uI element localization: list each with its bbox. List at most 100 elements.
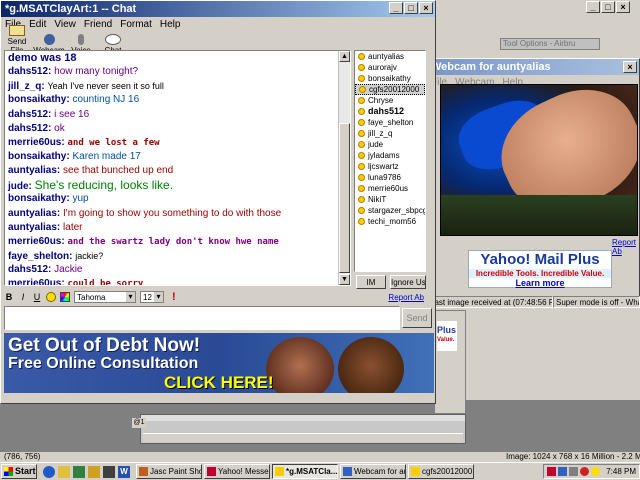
- last-image-status: Last image received at (07:48:56 PM): [427, 296, 553, 308]
- tray-messenger-icon[interactable]: [547, 467, 557, 476]
- color-icon[interactable]: [60, 292, 70, 302]
- scroll-up-icon[interactable]: ▲: [339, 51, 350, 62]
- ad-headline: Get Out of Debt Now!: [8, 335, 201, 356]
- user-list-item[interactable]: merrie60us: [355, 183, 425, 194]
- user-face-icon: [358, 207, 365, 214]
- user-name: faye_shelton: [368, 118, 414, 127]
- word-icon[interactable]: W: [118, 465, 130, 478]
- user-list-item[interactable]: aurorajv: [355, 62, 425, 73]
- paint-minimize-button[interactable]: _: [586, 1, 600, 13]
- user-name: jude: [368, 140, 384, 149]
- report-abuse-link[interactable]: Report Ab: [388, 293, 424, 302]
- im-button[interactable]: IM: [356, 275, 386, 289]
- ad-click-here[interactable]: CLICK HERE!: [164, 373, 274, 393]
- user-face-icon: [358, 141, 365, 148]
- message-text: could be sorry: [67, 279, 144, 286]
- send-button[interactable]: Send: [402, 308, 432, 328]
- super-mode-status: Super mode is off - What's t: [553, 296, 640, 308]
- outlook-icon[interactable]: [58, 465, 70, 478]
- user-list-item[interactable]: jude: [355, 139, 425, 150]
- yahoo-mail-ad[interactable]: Yahoo! Mail Plus Incredible Tools. Incre…: [468, 250, 612, 288]
- taskbar-item[interactable]: Webcam for au...: [340, 464, 406, 479]
- ignore-user-button[interactable]: Ignore Us: [390, 275, 426, 289]
- scroll-down-icon[interactable]: ▼: [339, 274, 350, 285]
- folder-icon[interactable]: [88, 465, 100, 478]
- message-text: and the swartz lady don't know hwe name: [67, 236, 279, 247]
- ie-icon[interactable]: [43, 465, 55, 478]
- user-face-icon: [358, 119, 365, 126]
- webcam-close-button[interactable]: ×: [623, 61, 637, 73]
- user-face-icon: [358, 108, 365, 115]
- user-list-item[interactable]: NikiT: [355, 194, 425, 205]
- bold-button[interactable]: B: [4, 292, 14, 302]
- menu-help[interactable]: Help: [160, 17, 181, 33]
- chat-maximize-button[interactable]: □: [404, 2, 418, 14]
- debt-ad-banner[interactable]: Get Out of Debt Now! Free Online Consult…: [4, 333, 434, 393]
- user-list-item[interactable]: jyladams: [355, 150, 425, 161]
- taskbar: Start W Jasc Paint Sho... Yahoo! Messen..…: [0, 462, 640, 480]
- taskbar-item[interactable]: Jasc Paint Sho...: [136, 464, 202, 479]
- user-list-item[interactable]: dahs512: [355, 106, 425, 117]
- chat-close-button[interactable]: ×: [419, 2, 433, 14]
- paint-statusbar: (786, 756) Image: 1024 x 768 x 16 Millio…: [0, 452, 640, 462]
- size-select[interactable]: 12: [140, 291, 164, 303]
- user-list-item[interactable]: jill_z_q: [355, 128, 425, 139]
- chat-message: auntyalias: see that bunched up end: [5, 164, 350, 178]
- clock: 7:48 PM: [606, 467, 636, 476]
- user-list-item[interactable]: Chryse: [355, 95, 425, 106]
- message-text: Jackie: [54, 264, 83, 276]
- tray-network-icon[interactable]: [558, 467, 568, 476]
- taskbar-item[interactable]: Yahoo! Messen...: [204, 464, 270, 479]
- menu-friend[interactable]: Friend: [84, 17, 112, 33]
- message-text: Karen made 17: [72, 150, 141, 162]
- messages-scrollbar[interactable]: ▼ ▲: [338, 51, 350, 285]
- message-text: She's reducing, looks like.: [34, 178, 174, 193]
- chat-message: faye_shelton: jackie?: [5, 249, 350, 263]
- user-face-icon: [358, 185, 365, 192]
- ymail-learn-more-link[interactable]: Learn more: [469, 278, 611, 289]
- paint-close-button[interactable]: ×: [616, 1, 630, 13]
- message-input[interactable]: [4, 306, 400, 330]
- user-name: jyladams: [368, 151, 400, 160]
- paint-maximize-button[interactable]: □: [601, 1, 615, 13]
- doc-tab[interactable]: @1: [132, 418, 146, 428]
- chat-minimize-button[interactable]: _: [389, 2, 403, 14]
- italic-button[interactable]: I: [18, 292, 28, 302]
- user-face-icon: [358, 152, 365, 159]
- taskbar-item[interactable]: cgfs20012000:...: [408, 464, 474, 479]
- user-list-item[interactable]: cgfs20012000: [355, 84, 425, 95]
- user-list-item[interactable]: faye_shelton: [355, 117, 425, 128]
- ad-photo-woman: [266, 337, 334, 393]
- user-list-item[interactable]: stargazer_sbpcg: [355, 205, 425, 216]
- taskbar-item[interactable]: *g.MSATCla...: [272, 464, 338, 479]
- user-list-item[interactable]: auntyalias: [355, 51, 425, 62]
- desktop-icon[interactable]: [73, 465, 85, 478]
- user-list-item[interactable]: ljcswartz: [355, 161, 425, 172]
- underline-button[interactable]: U: [32, 292, 42, 302]
- chat-icon: [105, 34, 121, 45]
- user-list-item[interactable]: techi_mom56: [355, 216, 425, 227]
- webcam-report-link[interactable]: Report Ab: [612, 238, 640, 256]
- smiley-icon[interactable]: [46, 292, 56, 302]
- tray-volume-icon[interactable]: [569, 467, 579, 476]
- format-toolbar: B I U Tahoma 12 ! Report Ab: [4, 290, 424, 304]
- message-username: bonsaikathy:: [8, 150, 70, 162]
- user-list-item[interactable]: luna9786: [355, 172, 425, 183]
- menu-format[interactable]: Format: [120, 17, 152, 33]
- tray-antivirus-icon[interactable]: [580, 467, 590, 476]
- webcam-icon: [43, 34, 55, 45]
- message-username: merrie60us:: [8, 235, 65, 247]
- alert-icon[interactable]: !: [172, 291, 176, 303]
- user-name: Chryse: [368, 96, 394, 105]
- chat-message: auntyalias: I'm going to show you someth…: [5, 207, 350, 221]
- user-list-item[interactable]: bonsaikathy: [355, 73, 425, 84]
- font-select[interactable]: Tahoma: [74, 291, 136, 303]
- menu-view[interactable]: View: [54, 17, 76, 33]
- message-username: dahs512:: [8, 66, 52, 78]
- message-text: ok: [54, 122, 65, 134]
- media-icon[interactable]: [103, 465, 115, 478]
- chat-message: merrie60us: could be sorry: [5, 277, 350, 286]
- tray-smiley-icon[interactable]: [591, 467, 601, 476]
- message-text: jackie?: [75, 250, 104, 261]
- start-button[interactable]: Start: [1, 464, 37, 479]
